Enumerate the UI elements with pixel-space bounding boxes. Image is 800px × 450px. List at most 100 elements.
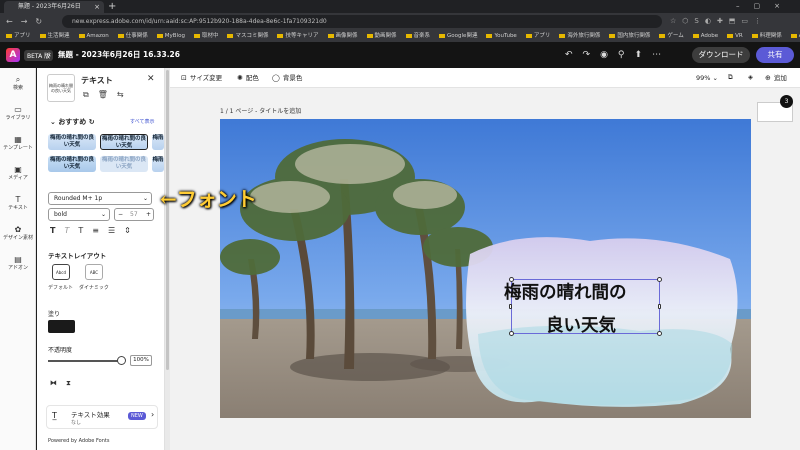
font-weight-dropdown[interactable]: bold ⌄ <box>48 208 110 221</box>
bookmark-item[interactable]: YouTube <box>486 33 517 39</box>
download-button[interactable]: ダウンロード <box>692 47 750 63</box>
rail-item-addon[interactable]: ▤ アドオン <box>0 255 36 272</box>
nav-buttons[interactable]: ←→↻ <box>6 13 50 30</box>
preset-style-2[interactable]: 梅雨の晴れ間の良い天気 <box>100 134 148 150</box>
back-chevron-icon[interactable]: ‹ <box>48 48 51 62</box>
align-center-icon[interactable]: ≡ <box>92 226 108 235</box>
share-button[interactable]: 共有 <box>756 47 794 63</box>
url-field[interactable]: new.express.adobe.com/id/urn:aaid:sc:AP:… <box>62 15 662 28</box>
rail-item-design[interactable]: ✿ デザイン素材 <box>0 225 36 242</box>
duplicate-icon[interactable]: ⧉ <box>83 90 98 99</box>
canvas-text-line-2[interactable]: 良い天気 <box>546 312 616 337</box>
bookmark-item[interactable]: 技等キャリア <box>277 33 319 39</box>
bookmark-label: 仕事関係 <box>125 33 148 39</box>
bookmark-item[interactable]: MyBlog <box>156 33 185 39</box>
layout-dynamic-label: ダイナミック <box>79 285 109 291</box>
rail-item-folder[interactable]: ▭ ライブラリ <box>0 105 36 122</box>
bookmark-item[interactable]: アプリ <box>525 33 550 39</box>
list-icon[interactable]: ☰ <box>108 226 124 235</box>
rail-item-label: デザイン素材 <box>2 235 33 241</box>
preset-style-4[interactable]: 梅雨の晴れ間の良い天気 <box>48 156 96 172</box>
layers-icon[interactable]: ◈ <box>748 73 753 81</box>
browser-tab[interactable]: 無題 - 2023年6月26日 16.33.26× <box>4 1 104 22</box>
flip-icons[interactable]: ⧓⧗ <box>50 379 80 388</box>
fill-color-swatch[interactable] <box>48 320 75 333</box>
line-spacing-icon[interactable]: ⇕ <box>124 226 140 235</box>
rail-item-label: アドオン <box>7 265 28 271</box>
canvas-text-line-1[interactable]: 梅雨の晴れ間の <box>504 279 627 304</box>
bookmark-item[interactable]: Google関連 <box>439 33 477 39</box>
add-page-button[interactable]: ⊕ 追加 <box>765 72 787 82</box>
resize-handle-tr[interactable] <box>657 277 662 282</box>
window-controls[interactable]: –▢× <box>736 0 794 13</box>
resize-handle-br[interactable] <box>657 331 662 336</box>
flip-vertical-icon[interactable]: ⧗ <box>66 379 80 387</box>
rail-item-search[interactable]: ⌕ 検索 <box>0 75 36 92</box>
size-decrease-button[interactable]: − <box>118 209 123 220</box>
size-increase-button[interactable]: + <box>146 209 151 220</box>
bookmark-label: 技等キャリア <box>285 33 319 39</box>
resize-handle-left[interactable] <box>509 304 512 309</box>
opacity-slider-track[interactable] <box>48 360 122 362</box>
new-tab-icon[interactable]: + <box>108 0 116 13</box>
rail-item-template[interactable]: ▦ テンプレート <box>0 135 36 152</box>
bookmark-item[interactable]: Amazon <box>78 33 109 39</box>
bookmark-item[interactable]: 画像関係 <box>327 33 358 39</box>
bold-icon[interactable]: T <box>50 226 64 235</box>
italic-icon[interactable]: T <box>64 226 78 235</box>
color-button[interactable]: ✺ 配色 <box>237 72 259 82</box>
bookmark-label: MyBlog <box>164 33 185 39</box>
background-color-button[interactable]: ◯ 背景色 <box>272 72 302 82</box>
layout-dynamic-option[interactable]: ABC <box>85 264 103 280</box>
text-style-icons[interactable]: TTT≡☰⇕ <box>50 226 140 235</box>
flip-horizontal-icon[interactable]: ⧓ <box>50 379 66 387</box>
bookmark-item[interactable]: 仕事関係 <box>117 33 148 39</box>
layout-default-option[interactable]: Abcd <box>52 264 70 280</box>
rail-item-media[interactable]: ▣ メディア <box>0 165 36 182</box>
canvas-photo[interactable] <box>220 119 751 418</box>
preset-style-5[interactable]: 梅雨の晴れ間の良い天気 <box>100 156 148 172</box>
extension-icons[interactable]: ☆⬡S◐✚⬒▭⋮ <box>670 13 767 30</box>
bookmark-item[interactable]: 料理関係 <box>751 33 782 39</box>
chevron-right-icon[interactable]: › <box>151 410 154 419</box>
bookmark-item[interactable]: ゲーム <box>659 33 684 39</box>
header-icons[interactable]: ↶↷◉⚲⬆⋯ <box>565 48 671 62</box>
font-size-stepper[interactable]: − 57 + <box>114 208 154 221</box>
see-all-link[interactable]: すべて表示 <box>130 118 154 125</box>
close-tab-icon[interactable]: × <box>94 1 100 13</box>
bookmark-item[interactable]: AI <box>790 33 800 39</box>
underline-icon[interactable]: T <box>78 226 92 235</box>
bookmark-item[interactable]: Adobe <box>692 33 718 39</box>
recommended-heading[interactable]: ⌄ おすすめ ↻ <box>50 117 95 127</box>
rail-item-label: テキスト <box>8 205 28 211</box>
bookmark-item[interactable]: 動画関係 <box>366 33 397 39</box>
preset-style-3[interactable]: 梅雨 <box>152 134 164 150</box>
resize-button[interactable]: ⊡ サイズ変更 <box>181 72 222 82</box>
pages-icon[interactable]: ⧉ <box>728 73 733 82</box>
zoom-dropdown[interactable]: 99% ⌄ <box>696 74 718 82</box>
size-value[interactable]: 57 <box>130 209 138 220</box>
opacity-slider-handle[interactable] <box>117 356 126 365</box>
bookmark-item[interactable]: 音楽系 <box>405 33 430 39</box>
panel-action-icons[interactable]: ⧉🗑⇆ <box>83 90 133 100</box>
bookmark-item[interactable]: 取材中 <box>193 33 218 39</box>
document-title[interactable]: 無題 - 2023年6月26日 16.33.26 <box>58 48 180 62</box>
bookmark-item[interactable]: 国内旅行関係 <box>609 33 650 39</box>
resize-handle-right[interactable] <box>658 304 661 309</box>
delete-icon[interactable]: 🗑 <box>98 90 117 99</box>
bookmark-item[interactable]: アプリ <box>6 33 31 39</box>
font-dropdown[interactable]: Rounded M+ 1p ⌄ <box>48 192 152 205</box>
page-label[interactable]: 1 / 1 ページ - タイトルを追加 <box>220 106 301 115</box>
resize-handle-bl[interactable] <box>509 331 514 336</box>
preset-style-1[interactable]: 梅雨の晴れ間の良い天気 <box>48 134 96 150</box>
adobe-express-logo-icon[interactable]: A <box>6 48 20 62</box>
bookmark-item[interactable]: 生活関連 <box>39 33 70 39</box>
bookmark-item[interactable]: マスコミ関係 <box>227 33 268 39</box>
replace-icon[interactable]: ⇆ <box>117 90 133 99</box>
preset-style-6[interactable]: 梅雨 <box>152 156 164 172</box>
rail-item-text[interactable]: T テキスト <box>0 195 36 212</box>
close-icon[interactable]: ✕ <box>147 74 155 84</box>
bookmark-item[interactable]: VR <box>727 33 743 39</box>
opacity-value-field[interactable]: 100% <box>130 355 152 366</box>
bookmark-item[interactable]: 海外旅行関係 <box>559 33 600 39</box>
